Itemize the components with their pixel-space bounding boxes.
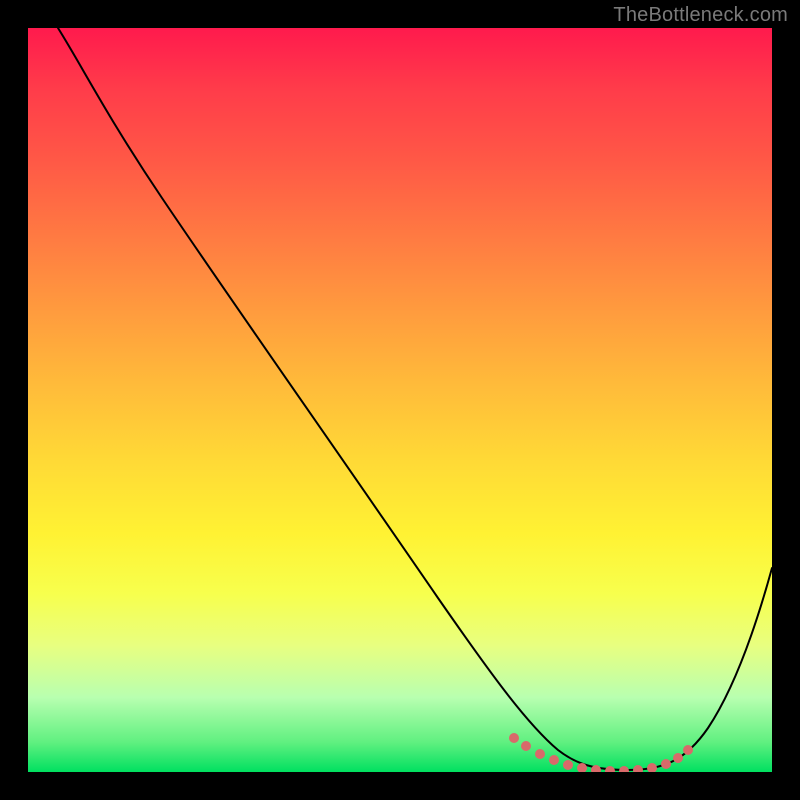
bottleneck-curve: [58, 28, 772, 770]
chart-frame: TheBottleneck.com: [0, 0, 800, 800]
watermark-text: TheBottleneck.com: [613, 4, 788, 27]
chart-overlay: [28, 28, 772, 772]
highlight-dots: [509, 733, 693, 772]
plot-area: [28, 28, 772, 772]
